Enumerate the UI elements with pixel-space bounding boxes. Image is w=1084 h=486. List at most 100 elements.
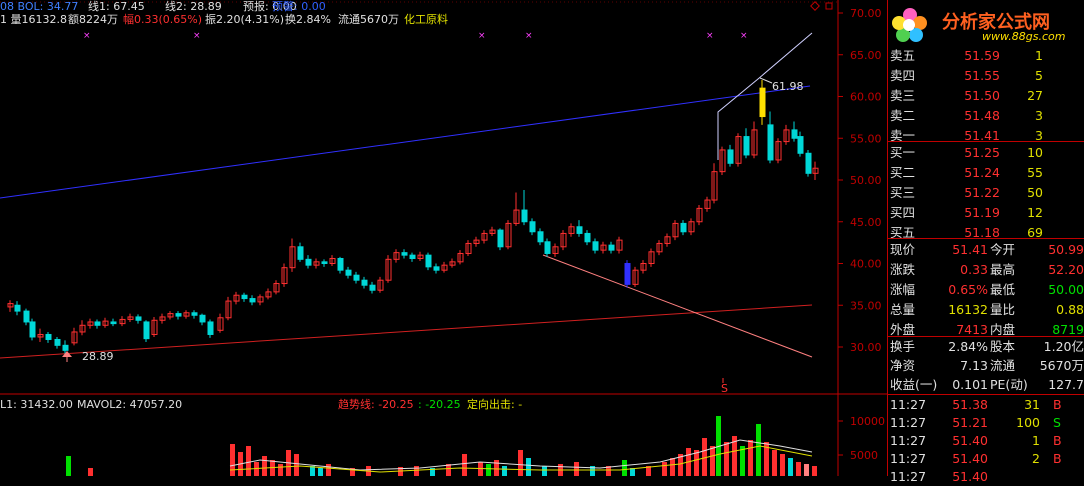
- ask-row: 卖五 51.59 1: [888, 46, 1084, 65]
- candle-body: [143, 321, 150, 340]
- tick-time: 11:27: [890, 397, 927, 412]
- sell-signal-marker: S: [721, 382, 728, 395]
- volume-bar: [494, 460, 499, 476]
- candle-body: [767, 124, 774, 161]
- volume-bar: [502, 466, 507, 476]
- volume-bar: [662, 462, 667, 476]
- volume-bar: [574, 462, 579, 476]
- stats-label: 收益(一): [890, 377, 938, 392]
- vol-ma2: MAVOL2: 47057.20: [77, 398, 183, 411]
- high-price-label: 61.98: [772, 80, 804, 93]
- bol-upper-line: [0, 85, 811, 199]
- warning-value: 预警: 0.00: [272, 0, 326, 13]
- tick-price: 51.40: [952, 469, 988, 484]
- candle-body: [624, 263, 631, 285]
- candle-body: [759, 87, 766, 118]
- candle-body: [497, 229, 504, 248]
- candle-body: [433, 266, 440, 271]
- volume-bar: [414, 466, 419, 476]
- ask-label: 卖二: [890, 108, 916, 123]
- bid-volume: 50: [1027, 185, 1043, 200]
- candle-body: [94, 321, 101, 326]
- volume-bar: [622, 460, 627, 476]
- industry-label: 化工原料: [404, 13, 448, 26]
- bid-volume: 55: [1027, 165, 1043, 180]
- tick-row: 11:27 51.40: [888, 468, 1084, 486]
- tick-row: 11:27 51.21 100 S: [888, 414, 1084, 432]
- volume-bar: [246, 446, 251, 476]
- stats-label: 净资: [890, 358, 916, 373]
- ask-label: 卖四: [890, 68, 916, 83]
- volume-bar: [796, 462, 801, 476]
- volume-axis-label: 10000: [850, 415, 885, 428]
- price-axis-label: 55.00: [850, 132, 882, 145]
- candle-body: [297, 246, 304, 260]
- bid-label: 买一: [890, 145, 916, 160]
- logo-url: www.88gs.com: [982, 30, 1066, 43]
- bid-row: 买四 51.19 12: [888, 203, 1084, 222]
- candle-body: [241, 294, 248, 300]
- candle-body: [305, 258, 312, 266]
- candle-body: [54, 338, 61, 346]
- tick-price: 51.38: [952, 397, 988, 412]
- signal-marker: ×: [83, 31, 91, 41]
- quote-value-2: 0.88: [1056, 302, 1084, 317]
- candle-body: [576, 226, 583, 234]
- bid-row: 买三 51.22 50: [888, 183, 1084, 202]
- bid-price: 51.24: [964, 165, 1000, 180]
- tick-price: 51.40: [952, 433, 988, 448]
- candle-body: [191, 312, 198, 316]
- tick-volume: 2: [1032, 451, 1040, 466]
- volume-bar: [230, 444, 235, 476]
- bid-label: 买二: [890, 165, 916, 180]
- site-logo: 分析家公式网 www.88gs.com: [890, 6, 1084, 44]
- candle-body: [805, 152, 812, 174]
- quote-row: 现价 51.41 今开 50.99: [888, 240, 1084, 259]
- volume-bar: [756, 424, 761, 476]
- volume-axis-label: 5000: [850, 449, 878, 462]
- candle-body: [727, 149, 734, 164]
- volume-bar: [724, 442, 729, 476]
- volume-bar: [670, 458, 675, 476]
- stats-value: 7.13: [960, 358, 988, 373]
- target-value: 定向出击: -: [467, 398, 523, 411]
- tick-row: 11:27 51.38 31 B: [888, 396, 1084, 414]
- quote-row: 涨跌 0.33 最高 52.20: [888, 260, 1084, 279]
- candle-body: [369, 284, 376, 291]
- quote-value-2: 50.00: [1048, 282, 1084, 297]
- volume-bar: [748, 440, 753, 476]
- volume-bar: [740, 446, 745, 476]
- ask-price: 51.55: [964, 68, 1000, 83]
- turnover-summary: 换2.84%: [285, 13, 331, 26]
- quote-panel: 卖五 51.59 1 卖四 51.55 5 卖三 51.50 27 卖二 51.48 3 卖一 51.41…: [887, 0, 1084, 484]
- candle-body: [529, 221, 536, 233]
- corner-box: [825, 2, 833, 10]
- kline-chart-area[interactable]: 70.00 65.00 60.00 55.00 50.00 45.00 40.00 35.00…: [0, 0, 887, 476]
- tick-side: B: [1053, 397, 1062, 412]
- support-trend-line: [0, 304, 813, 359]
- volume-bar: [278, 464, 283, 476]
- price-axis-label: 70.00: [850, 7, 882, 20]
- stats-row: 收益(一) 0.101 PE(动) 127.7: [888, 375, 1084, 394]
- volume-bar: [542, 466, 547, 476]
- candle-body: [361, 279, 368, 286]
- stats-value-2: 5670万: [1039, 358, 1084, 373]
- quote-label-2: 量比: [990, 302, 1016, 317]
- signal-marker: ×: [478, 31, 486, 41]
- volume-bar: [772, 450, 777, 476]
- panel-separator: [888, 238, 1084, 239]
- candle-body: [409, 254, 416, 259]
- bol-value: 08 BOL: 34.77: [0, 0, 79, 13]
- candle-body: [584, 232, 591, 243]
- quote-value-2: 50.99: [1048, 242, 1084, 257]
- tick-volume: 1: [1032, 433, 1040, 448]
- quote-value: 0.65%: [948, 282, 988, 297]
- quote-value: 0.33: [960, 262, 988, 277]
- tick-time: 11:27: [890, 433, 927, 448]
- bid-price: 51.19: [964, 205, 1000, 220]
- ask-price: 51.50: [964, 88, 1000, 103]
- volume-bar: [318, 468, 323, 476]
- volume-bar: [462, 454, 467, 476]
- volume-summary: 1 量16132.8: [0, 13, 67, 26]
- candle-body: [321, 261, 328, 264]
